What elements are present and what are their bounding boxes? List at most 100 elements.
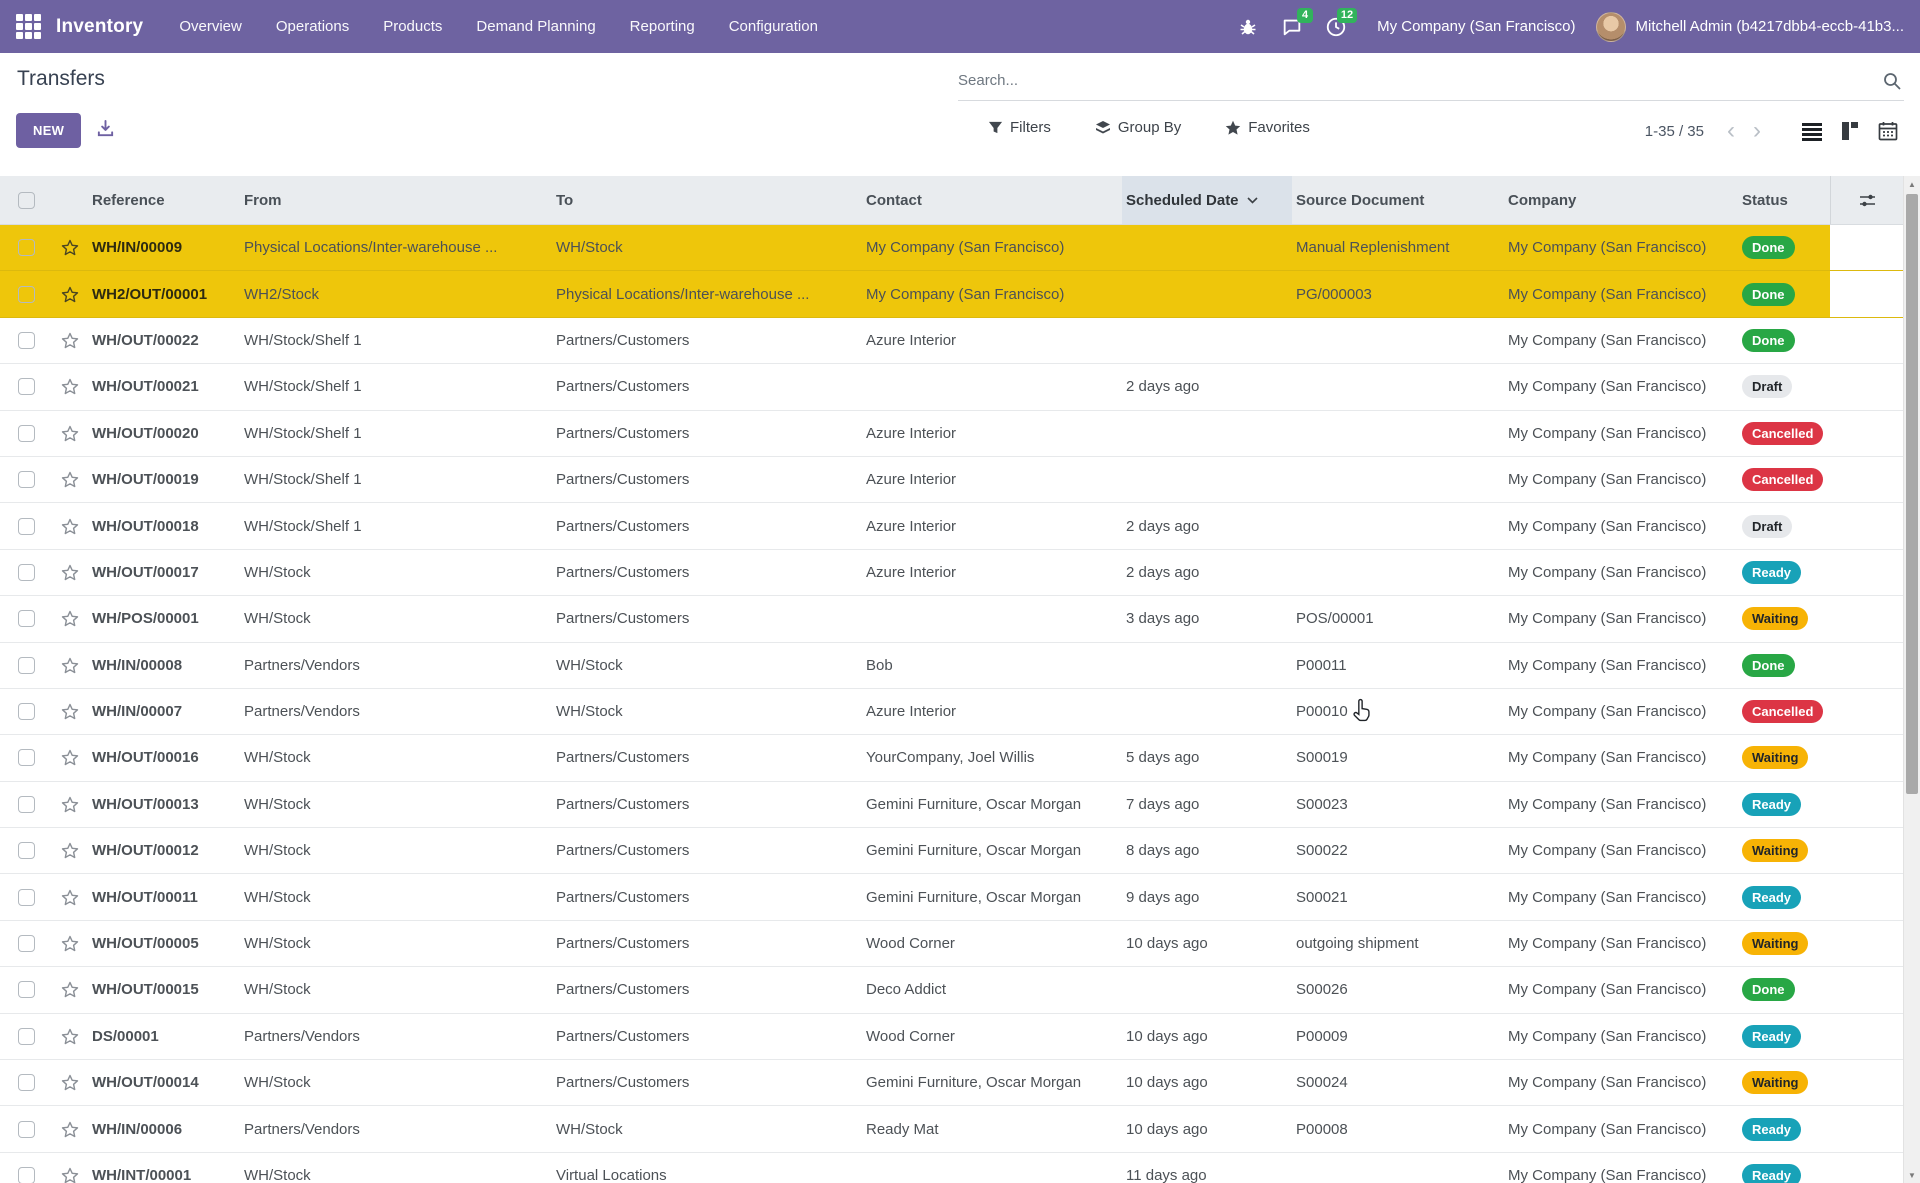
favorite-star-toggle[interactable] [48,782,88,827]
pager-previous-button[interactable]: ‹ [1718,117,1744,145]
list-view-button[interactable] [1796,115,1828,147]
favorite-star-toggle[interactable] [48,643,88,688]
favorite-star-toggle[interactable] [48,271,88,316]
menu-operations[interactable]: Operations [276,18,349,35]
user-avatar[interactable] [1596,12,1626,42]
debug-bug-icon[interactable] [1231,10,1265,44]
select-all-checkbox[interactable] [0,176,48,224]
header-contact[interactable]: Contact [862,176,1122,224]
group-by-button[interactable]: Group By [1095,119,1181,136]
row-checkbox[interactable] [0,1060,48,1105]
header-reference[interactable]: Reference [88,176,240,224]
new-button[interactable]: NEW [16,113,81,148]
menu-demand-planning[interactable]: Demand Planning [476,18,595,35]
menu-configuration[interactable]: Configuration [729,18,818,35]
optional-columns-button[interactable] [1830,176,1903,224]
row-checkbox[interactable] [0,874,48,919]
header-scheduled-date[interactable]: Scheduled Date [1122,176,1292,224]
table-row[interactable]: WH/OUT/00018 WH/Stock/Shelf 1 Partners/C… [0,503,1903,549]
row-checkbox[interactable] [0,1014,48,1059]
row-checkbox[interactable] [0,411,48,456]
favorite-star-toggle[interactable] [48,225,88,270]
table-row[interactable]: WH2/OUT/00001 WH2/Stock Physical Locatio… [0,271,1903,317]
header-to[interactable]: To [552,176,862,224]
favorite-star-toggle[interactable] [48,735,88,780]
search-icon[interactable] [1882,71,1902,91]
favorite-star-toggle[interactable] [48,550,88,595]
header-company[interactable]: Company [1504,176,1738,224]
vertical-scrollbar[interactable]: ▲ ▼ [1903,176,1920,1183]
row-checkbox[interactable] [0,689,48,734]
user-menu[interactable]: Mitchell Admin (b4217dbb4-eccb-41b3... [1636,18,1905,35]
favorite-star-toggle[interactable] [48,1106,88,1151]
filters-button[interactable]: Filters [988,119,1051,136]
table-row[interactable]: WH/OUT/00022 WH/Stock/Shelf 1 Partners/C… [0,318,1903,364]
scroll-up-arrow[interactable]: ▲ [1904,176,1920,192]
table-row[interactable]: WH/IN/00008 Partners/Vendors WH/Stock Bo… [0,643,1903,689]
messages-icon[interactable]: 4 [1275,10,1309,44]
menu-overview[interactable]: Overview [179,18,242,35]
row-checkbox[interactable] [0,967,48,1012]
table-row[interactable]: WH/IN/00009 Physical Locations/Inter-war… [0,225,1903,271]
search-input[interactable] [958,72,1882,89]
menu-reporting[interactable]: Reporting [630,18,695,35]
table-row[interactable]: WH/OUT/00020 WH/Stock/Shelf 1 Partners/C… [0,411,1903,457]
row-checkbox[interactable] [0,457,48,502]
favorite-star-toggle[interactable] [48,921,88,966]
row-checkbox[interactable] [0,828,48,873]
table-row[interactable]: WH/IN/00006 Partners/Vendors WH/Stock Re… [0,1106,1903,1152]
row-checkbox[interactable] [0,1106,48,1151]
header-source-document[interactable]: Source Document [1292,176,1504,224]
company-switcher[interactable]: My Company (San Francisco) [1377,18,1575,35]
favorites-button[interactable]: Favorites [1225,119,1310,136]
favorite-star-toggle[interactable] [48,596,88,641]
table-row[interactable]: WH/OUT/00019 WH/Stock/Shelf 1 Partners/C… [0,457,1903,503]
favorite-star-toggle[interactable] [48,318,88,363]
table-row[interactable]: WH/POS/00001 WH/Stock Partners/Customers… [0,596,1903,642]
kanban-view-button[interactable] [1834,115,1866,147]
favorite-star-toggle[interactable] [48,874,88,919]
pager-next-button[interactable]: › [1744,117,1770,145]
row-checkbox[interactable] [0,782,48,827]
favorite-star-toggle[interactable] [48,967,88,1012]
favorite-star-toggle[interactable] [48,689,88,734]
table-row[interactable]: WH/OUT/00015 WH/Stock Partners/Customers… [0,967,1903,1013]
scroll-down-arrow[interactable]: ▼ [1904,1167,1920,1183]
table-row[interactable]: WH/INT/00001 WH/Stock Virtual Locations … [0,1153,1903,1183]
row-checkbox[interactable] [0,921,48,966]
table-row[interactable]: WH/IN/00007 Partners/Vendors WH/Stock Az… [0,689,1903,735]
row-checkbox[interactable] [0,225,48,270]
favorite-star-toggle[interactable] [48,503,88,548]
table-row[interactable]: WH/OUT/00021 WH/Stock/Shelf 1 Partners/C… [0,364,1903,410]
favorite-star-toggle[interactable] [48,411,88,456]
row-checkbox[interactable] [0,735,48,780]
export-download-icon[interactable] [96,119,115,138]
table-row[interactable]: WH/OUT/00017 WH/Stock Partners/Customers… [0,550,1903,596]
table-row[interactable]: WH/OUT/00011 WH/Stock Partners/Customers… [0,874,1903,920]
apps-grid-icon[interactable] [16,14,42,40]
calendar-view-button[interactable] [1872,115,1904,147]
table-row[interactable]: WH/OUT/00016 WH/Stock Partners/Customers… [0,735,1903,781]
favorite-star-toggle[interactable] [48,364,88,409]
app-name[interactable]: Inventory [56,16,143,38]
row-checkbox[interactable] [0,318,48,363]
row-checkbox[interactable] [0,550,48,595]
table-row[interactable]: WH/OUT/00014 WH/Stock Partners/Customers… [0,1060,1903,1106]
favorite-star-toggle[interactable] [48,828,88,873]
favorite-star-toggle[interactable] [48,1014,88,1059]
row-checkbox[interactable] [0,364,48,409]
row-checkbox[interactable] [0,596,48,641]
activities-clock-icon[interactable]: 12 [1319,10,1353,44]
favorite-star-toggle[interactable] [48,457,88,502]
table-row[interactable]: WH/OUT/00012 WH/Stock Partners/Customers… [0,828,1903,874]
row-checkbox[interactable] [0,643,48,688]
favorite-star-toggle[interactable] [48,1153,88,1183]
table-row[interactable]: WH/OUT/00005 WH/Stock Partners/Customers… [0,921,1903,967]
scrollbar-thumb[interactable] [1906,194,1918,794]
table-row[interactable]: DS/00001 Partners/Vendors Partners/Custo… [0,1014,1903,1060]
favorite-star-toggle[interactable] [48,1060,88,1105]
row-checkbox[interactable] [0,1153,48,1183]
header-status[interactable]: Status [1738,176,1830,224]
header-from[interactable]: From [240,176,552,224]
row-checkbox[interactable] [0,271,48,316]
